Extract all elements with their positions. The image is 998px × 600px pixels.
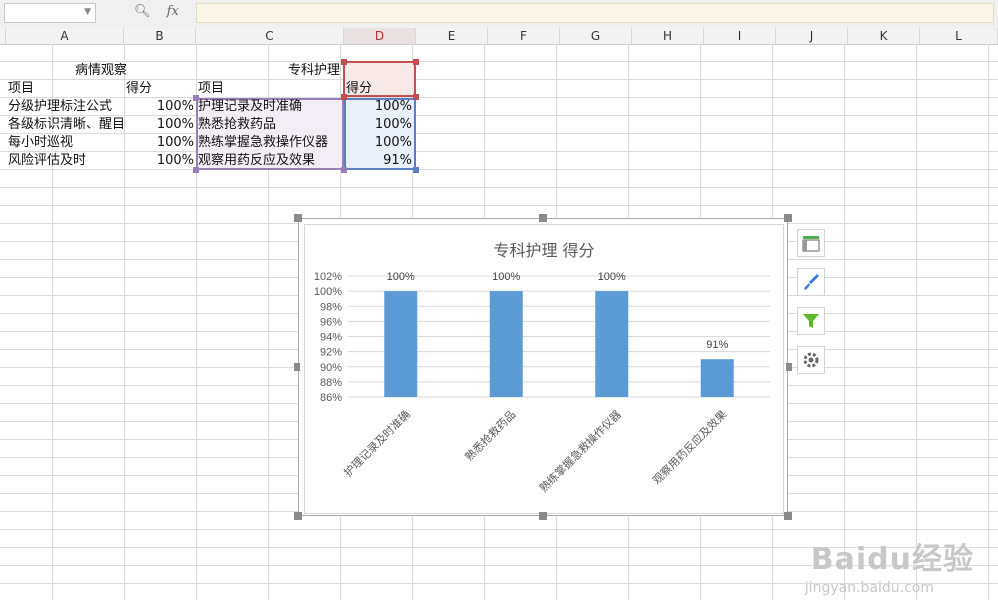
- cell-c1[interactable]: 专科护理: [198, 62, 340, 80]
- column-header-b[interactable]: B: [124, 28, 196, 44]
- column-header-f[interactable]: F: [488, 28, 560, 44]
- cell-b6[interactable]: 100%: [126, 152, 194, 170]
- chart-resize-handle[interactable]: [294, 512, 302, 520]
- column-header-j[interactable]: J: [776, 28, 848, 44]
- chart-resize-handle[interactable]: [784, 512, 792, 520]
- column-header-e[interactable]: E: [416, 28, 488, 44]
- data-label: 100%: [387, 271, 415, 283]
- cell-c4[interactable]: 熟悉抢救药品: [198, 116, 340, 134]
- range-handle[interactable]: [341, 59, 347, 65]
- column-header-g[interactable]: G: [560, 28, 632, 44]
- cell-b5[interactable]: 100%: [126, 134, 194, 152]
- chart-filter-icon[interactable]: [797, 307, 825, 335]
- y-tick-label: 90%: [320, 362, 342, 374]
- chevron-down-icon[interactable]: ▼: [84, 7, 91, 17]
- zoom-icon[interactable]: 🔍︎: [134, 4, 151, 19]
- cell-a1[interactable]: 病情观察: [6, 62, 196, 80]
- y-tick-label: 98%: [320, 301, 342, 313]
- column-header-d[interactable]: D: [344, 28, 416, 44]
- chart-resize-handle[interactable]: [784, 214, 792, 222]
- y-tick-label: 100%: [314, 286, 342, 298]
- chart-settings-icon[interactable]: [797, 346, 825, 374]
- chart-resize-handle[interactable]: [539, 214, 547, 222]
- column-header-k[interactable]: K: [848, 28, 920, 44]
- cell-c5[interactable]: 熟练掌握急救操作仪器: [198, 134, 340, 152]
- cell-a2[interactable]: 项目: [8, 80, 122, 98]
- range-handle[interactable]: [413, 59, 419, 65]
- cell-d6[interactable]: 91%: [346, 152, 412, 170]
- chart-resize-handle[interactable]: [294, 214, 302, 222]
- data-label: 100%: [598, 271, 626, 283]
- x-tick-label: 熟练掌握急救操作仪器: [536, 407, 624, 495]
- cell-d4[interactable]: 100%: [346, 116, 412, 134]
- y-tick-label: 86%: [320, 392, 342, 404]
- x-tick-label: 护理记录及时准确: [341, 407, 413, 479]
- cell-a3[interactable]: 分级护理标注公式: [8, 98, 124, 116]
- formula-bar: ▼ 🔍︎ fx: [0, 0, 998, 29]
- cell-a4[interactable]: 各级标识清晰、醒目: [8, 116, 124, 134]
- chart-resize-handle[interactable]: [786, 363, 792, 371]
- y-tick-label: 96%: [320, 316, 342, 328]
- column-header-l[interactable]: L: [920, 28, 998, 44]
- bar: [384, 291, 418, 397]
- cell-d2[interactable]: 得分: [346, 80, 414, 98]
- column-header-h[interactable]: H: [632, 28, 704, 44]
- cell-a6[interactable]: 风险评估及时: [8, 152, 124, 170]
- fx-icon[interactable]: fx: [167, 4, 179, 19]
- y-tick-label: 88%: [320, 377, 342, 389]
- cell-b4[interactable]: 100%: [126, 116, 194, 134]
- formula-input[interactable]: [196, 3, 994, 23]
- cell-c3[interactable]: 护理记录及时准确: [198, 98, 340, 116]
- x-tick-label: 观察用药反应及效果: [649, 407, 729, 487]
- column-headers: A B C D E F G H I J K L: [0, 28, 998, 45]
- chart-elements-icon[interactable]: [797, 229, 825, 257]
- y-tick-label: 102%: [314, 271, 342, 283]
- cell-a5[interactable]: 每小时巡视: [8, 134, 124, 152]
- y-tick-label: 94%: [320, 332, 342, 344]
- column-header-c[interactable]: C: [196, 28, 344, 44]
- bar: [595, 291, 629, 397]
- cell-c6[interactable]: 观察用药反应及效果: [198, 152, 340, 170]
- data-label: 100%: [492, 271, 520, 283]
- name-box[interactable]: ▼: [4, 3, 96, 23]
- x-tick-label: 熟悉抢救药品: [462, 407, 519, 464]
- cell-d5[interactable]: 100%: [346, 134, 412, 152]
- column-header-a[interactable]: A: [6, 28, 124, 44]
- bar: [489, 291, 523, 397]
- cell-b3[interactable]: 100%: [126, 98, 194, 116]
- y-tick-label: 92%: [320, 347, 342, 359]
- bar-chart: 86% 88% 90% 92% 94% 96% 98% 100% 102% 100% 护理记录及时准…: [314, 271, 770, 495]
- cell-c2[interactable]: 项目: [198, 80, 340, 98]
- cell-b2[interactable]: 得分: [126, 80, 194, 98]
- baidu-watermark: Baidu经验: [810, 542, 974, 577]
- bar: [700, 359, 734, 397]
- chart-resize-handle[interactable]: [294, 363, 300, 371]
- data-label: 91%: [706, 339, 728, 351]
- watermark-url: jingyan.baidu.com: [804, 580, 934, 596]
- range-handle[interactable]: [413, 167, 419, 173]
- chart-style-icon[interactable]: [797, 268, 825, 296]
- cell-d3[interactable]: 100%: [346, 98, 412, 116]
- column-header-i[interactable]: I: [704, 28, 776, 44]
